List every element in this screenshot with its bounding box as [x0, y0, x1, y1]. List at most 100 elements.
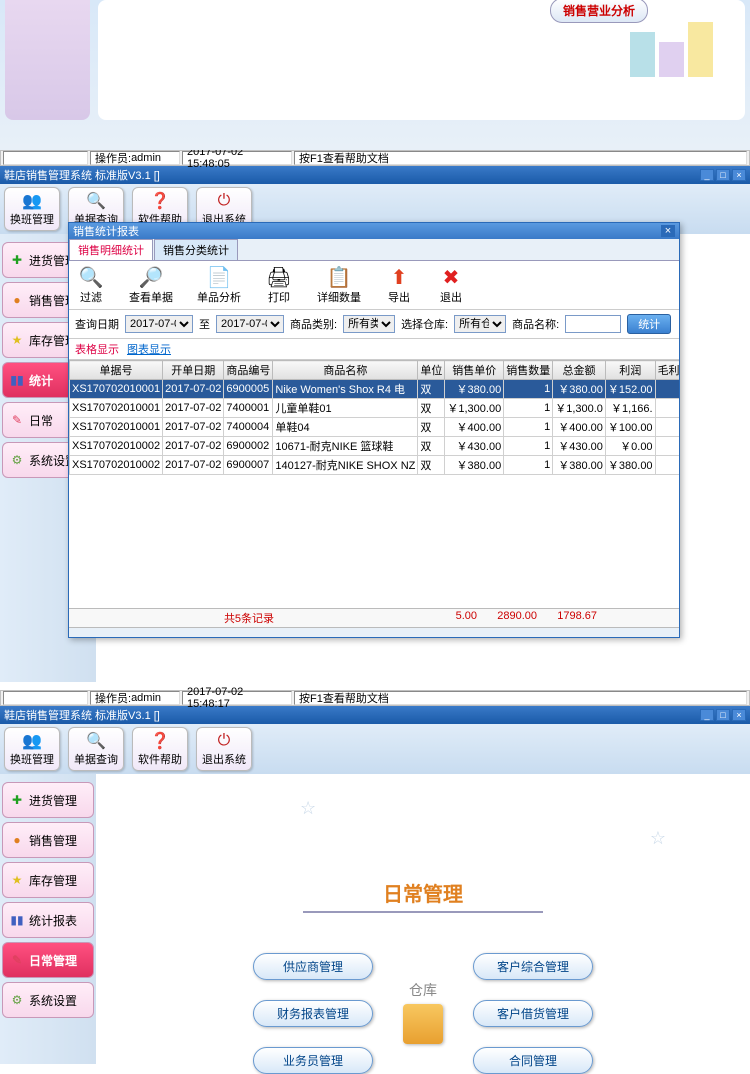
cell: XS170702010002	[70, 437, 163, 456]
notepad-icon: 📋	[325, 265, 353, 289]
chart-icon: ▮▮	[7, 910, 27, 930]
table-footer: 共5条记录 5.00 2890.00 1798.67	[69, 608, 679, 627]
warehouse-label: 选择仓库:	[401, 316, 448, 332]
exit-icon: ⏻	[214, 731, 234, 751]
filter-bar: 查询日期 2017-07-01 至 2017-07-02 商品类别: 所有类别 …	[69, 310, 679, 339]
column-header[interactable]: 总金额	[553, 361, 606, 380]
column-header[interactable]: 开单日期	[163, 361, 224, 380]
table-row[interactable]: XS1707020100012017-07-027400001儿童单鞋01双￥1…	[70, 399, 680, 418]
warehouse-label: 仓库	[403, 980, 443, 1000]
column-header[interactable]: 利润	[605, 361, 655, 380]
close-button[interactable]: ×	[732, 169, 746, 181]
ball-icon: ●	[7, 830, 27, 850]
category-select[interactable]: 所有类别	[343, 315, 395, 333]
date-to-select[interactable]: 2017-07-02	[216, 315, 284, 333]
sales-stats-modal: 销售统计报表 × 销售明细统计 销售分类统计 🔍过滤 🔎查看单据 📄单品分析 🖨…	[68, 222, 680, 638]
cell: 7400001	[224, 399, 273, 418]
category-label: 商品类别:	[290, 316, 337, 332]
supplier-link-button[interactable]: 业务员管理	[253, 1047, 373, 1074]
tab-category-stats[interactable]: 销售分类统计	[154, 239, 238, 260]
sidebar-item-sys[interactable]: ⚙系统设置	[2, 982, 94, 1018]
order-query-button[interactable]: 🔍单据查询	[68, 727, 124, 771]
detail-qty-button[interactable]: 📋详细数量	[317, 265, 361, 305]
minimize-button[interactable]: _	[700, 169, 714, 181]
product-name-input[interactable]	[565, 315, 621, 333]
exit-icon: ⏻	[214, 191, 234, 211]
cell: 单鞋04	[273, 418, 418, 437]
exit-button[interactable]: ⏻退出系统	[196, 727, 252, 771]
box-icon	[403, 1004, 443, 1044]
cell: ￥1,300.00	[445, 399, 504, 418]
sales-analysis-button[interactable]: 销售营业分析	[550, 0, 648, 23]
table-row[interactable]: XS1707020100012017-07-027400004单鞋04双￥400…	[70, 418, 680, 437]
sidebar-item-in[interactable]: ✚进货管理	[2, 782, 94, 818]
center-warehouse: 仓库	[403, 980, 443, 1048]
warehouse-select[interactable]: 所有仓库	[454, 315, 506, 333]
shift-manage-button[interactable]: 👥换班管理	[4, 187, 60, 231]
filter-button[interactable]: 🔍过滤	[77, 265, 105, 305]
customer-link-button[interactable]: 客户综合管理	[473, 953, 593, 980]
cell: 双	[418, 399, 445, 418]
cell: 双	[418, 380, 445, 399]
cell: XS170702010001	[70, 380, 163, 399]
column-header[interactable]: 销售单价	[445, 361, 504, 380]
sidebar-item-daily[interactable]: ✎日常管理	[2, 942, 94, 978]
column-header[interactable]: 商品名称	[273, 361, 418, 380]
customer-link-button[interactable]: 合同管理	[473, 1047, 593, 1074]
magnify-icon: 🔍	[77, 265, 105, 289]
help-button[interactable]: ❓软件帮助	[132, 727, 188, 771]
customer-link-button[interactable]: 客户借货管理	[473, 1000, 593, 1027]
maximize-button[interactable]: □	[716, 169, 730, 181]
chart-view-link[interactable]: 图表显示	[127, 341, 171, 357]
sidebar-item-sale[interactable]: ●销售管理	[2, 822, 94, 858]
single-analysis-button[interactable]: 📄单品分析	[197, 265, 241, 305]
run-stats-button[interactable]: 统计	[627, 314, 671, 334]
supplier-link-button[interactable]: 供应商管理	[253, 953, 373, 980]
maximize-button[interactable]: □	[716, 709, 730, 721]
swap-icon: 👥	[22, 191, 42, 211]
table-row[interactable]: XS1707020100022017-07-02690000210671-耐克N…	[70, 437, 680, 456]
shift-manage-button[interactable]: 👥换班管理	[4, 727, 60, 771]
document-icon: 📄	[205, 265, 233, 289]
column-header[interactable]: 商品编号	[224, 361, 273, 380]
right-link-column: 客户综合管理客户借货管理合同管理	[473, 953, 593, 1074]
column-header[interactable]: 单据号	[70, 361, 163, 380]
modal-exit-button[interactable]: ✖退出	[437, 265, 465, 305]
modal-status	[69, 627, 679, 637]
plus-icon: ✚	[7, 250, 27, 270]
doc-search-icon: 🔎	[137, 265, 165, 289]
data-table-wrap[interactable]: 单据号开单日期商品编号商品名称单位销售单价销售数量总金额利润毛利率(%)经办人仓…	[69, 360, 679, 608]
table-row[interactable]: XS1707020100022017-07-026900007140127-耐克…	[70, 456, 680, 475]
view-order-button[interactable]: 🔎查看单据	[129, 265, 173, 305]
tab-detail-stats[interactable]: 销售明细统计	[69, 239, 153, 260]
cell: ￥400.00	[445, 418, 504, 437]
sidebar-item-stock[interactable]: ★库存管理	[2, 862, 94, 898]
chart-decoration	[628, 22, 715, 80]
column-header[interactable]: 毛利率(%)	[655, 361, 679, 380]
column-header[interactable]: 单位	[418, 361, 445, 380]
cell: 2017-07-02	[163, 456, 224, 475]
modal-title-bar: 销售统计报表 ×	[69, 223, 679, 239]
sidebar-item-stat[interactable]: ▮▮统计报表	[2, 902, 94, 938]
table-row[interactable]: XS1707020100012017-07-026900005Nike Wome…	[70, 380, 680, 399]
to-label: 至	[199, 316, 210, 332]
minimize-button[interactable]: _	[700, 709, 714, 721]
sidebar-label: 系统设置	[29, 992, 77, 1009]
table-view-link[interactable]: 表格显示	[75, 341, 119, 357]
window-title-bar-2: 鞋店销售管理系统 标准版V3.1 [] _ □ ×	[0, 706, 750, 724]
cell: 6900005	[224, 380, 273, 399]
close-button[interactable]: ×	[732, 709, 746, 721]
cell: 1	[504, 437, 553, 456]
column-header[interactable]: 销售数量	[504, 361, 553, 380]
sidebar-label: 统计	[29, 372, 53, 389]
print-button[interactable]: 🖨打印	[265, 265, 293, 305]
cell: ￥380.00	[445, 380, 504, 399]
supplier-link-button[interactable]: 财务报表管理	[253, 1000, 373, 1027]
export-button[interactable]: ⬆导出	[385, 265, 413, 305]
cell: ￥400.00	[553, 418, 606, 437]
modal-close-button[interactable]: ×	[661, 225, 675, 237]
date-from-select[interactable]: 2017-07-01	[125, 315, 193, 333]
help-label: 软件帮助	[138, 751, 182, 767]
help-icon: ❓	[150, 191, 170, 211]
brush-icon: ✎	[7, 410, 27, 430]
